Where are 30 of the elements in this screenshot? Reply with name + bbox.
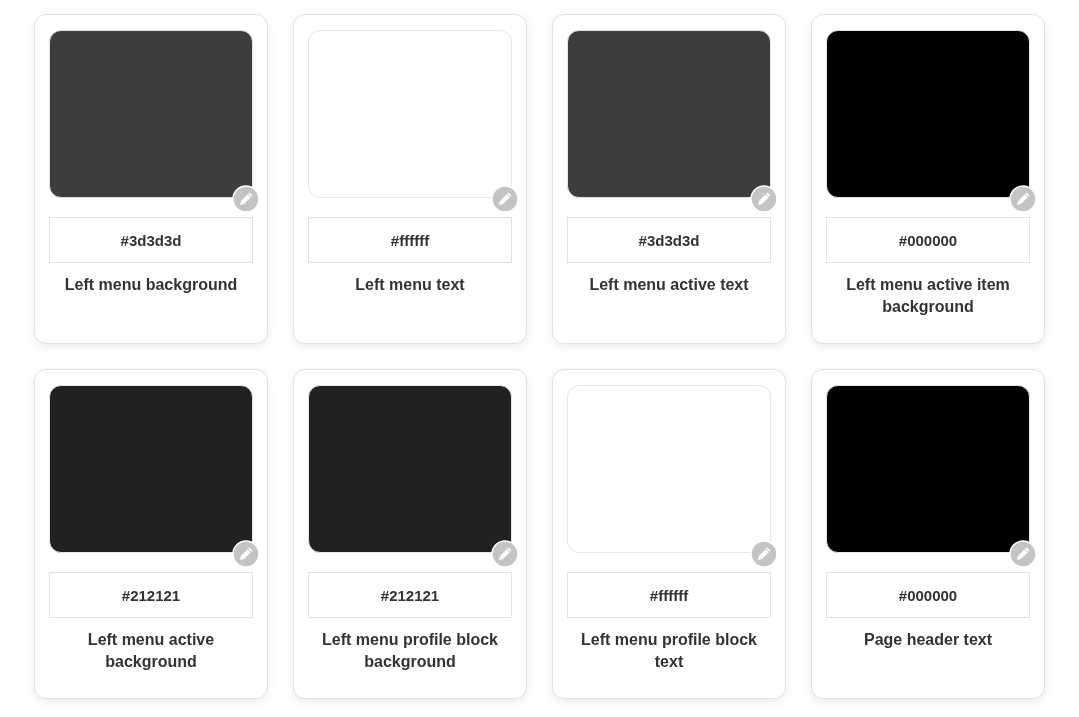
hex-field[interactable]: #000000 [826,217,1030,263]
color-swatch[interactable] [49,385,253,553]
color-label: Page header text [862,630,994,650]
pencil-icon[interactable] [1009,540,1037,568]
hex-field[interactable]: #3d3d3d [49,217,253,263]
color-swatch[interactable] [308,385,512,553]
pencil-icon[interactable] [1009,185,1037,213]
color-swatch[interactable] [567,385,771,553]
hex-field[interactable]: #000000 [826,572,1030,618]
pencil-icon[interactable] [232,540,260,568]
color-label: Left menu text [354,275,466,295]
color-label: Left menu active text [588,275,750,295]
hex-field[interactable]: #3d3d3d [567,217,771,263]
color-swatch[interactable] [308,30,512,198]
color-label: Left menu profile block text [580,630,758,672]
color-swatch[interactable] [567,30,771,198]
pencil-icon[interactable] [232,185,260,213]
color-label: Left menu profile block background [321,630,499,672]
color-swatch[interactable] [826,30,1030,198]
pencil-icon[interactable] [750,185,778,213]
hex-field[interactable]: #ffffff [567,572,771,618]
hex-field[interactable]: #212121 [49,572,253,618]
hex-field[interactable]: #ffffff [308,217,512,263]
color-label: Left menu background [63,275,239,295]
color-swatch[interactable] [49,30,253,198]
color-label: Left menu active background [86,630,216,672]
color-label: Left menu active item background [845,275,1011,317]
pencil-icon[interactable] [491,540,519,568]
hex-field[interactable]: #212121 [308,572,512,618]
color-swatch[interactable] [826,385,1030,553]
